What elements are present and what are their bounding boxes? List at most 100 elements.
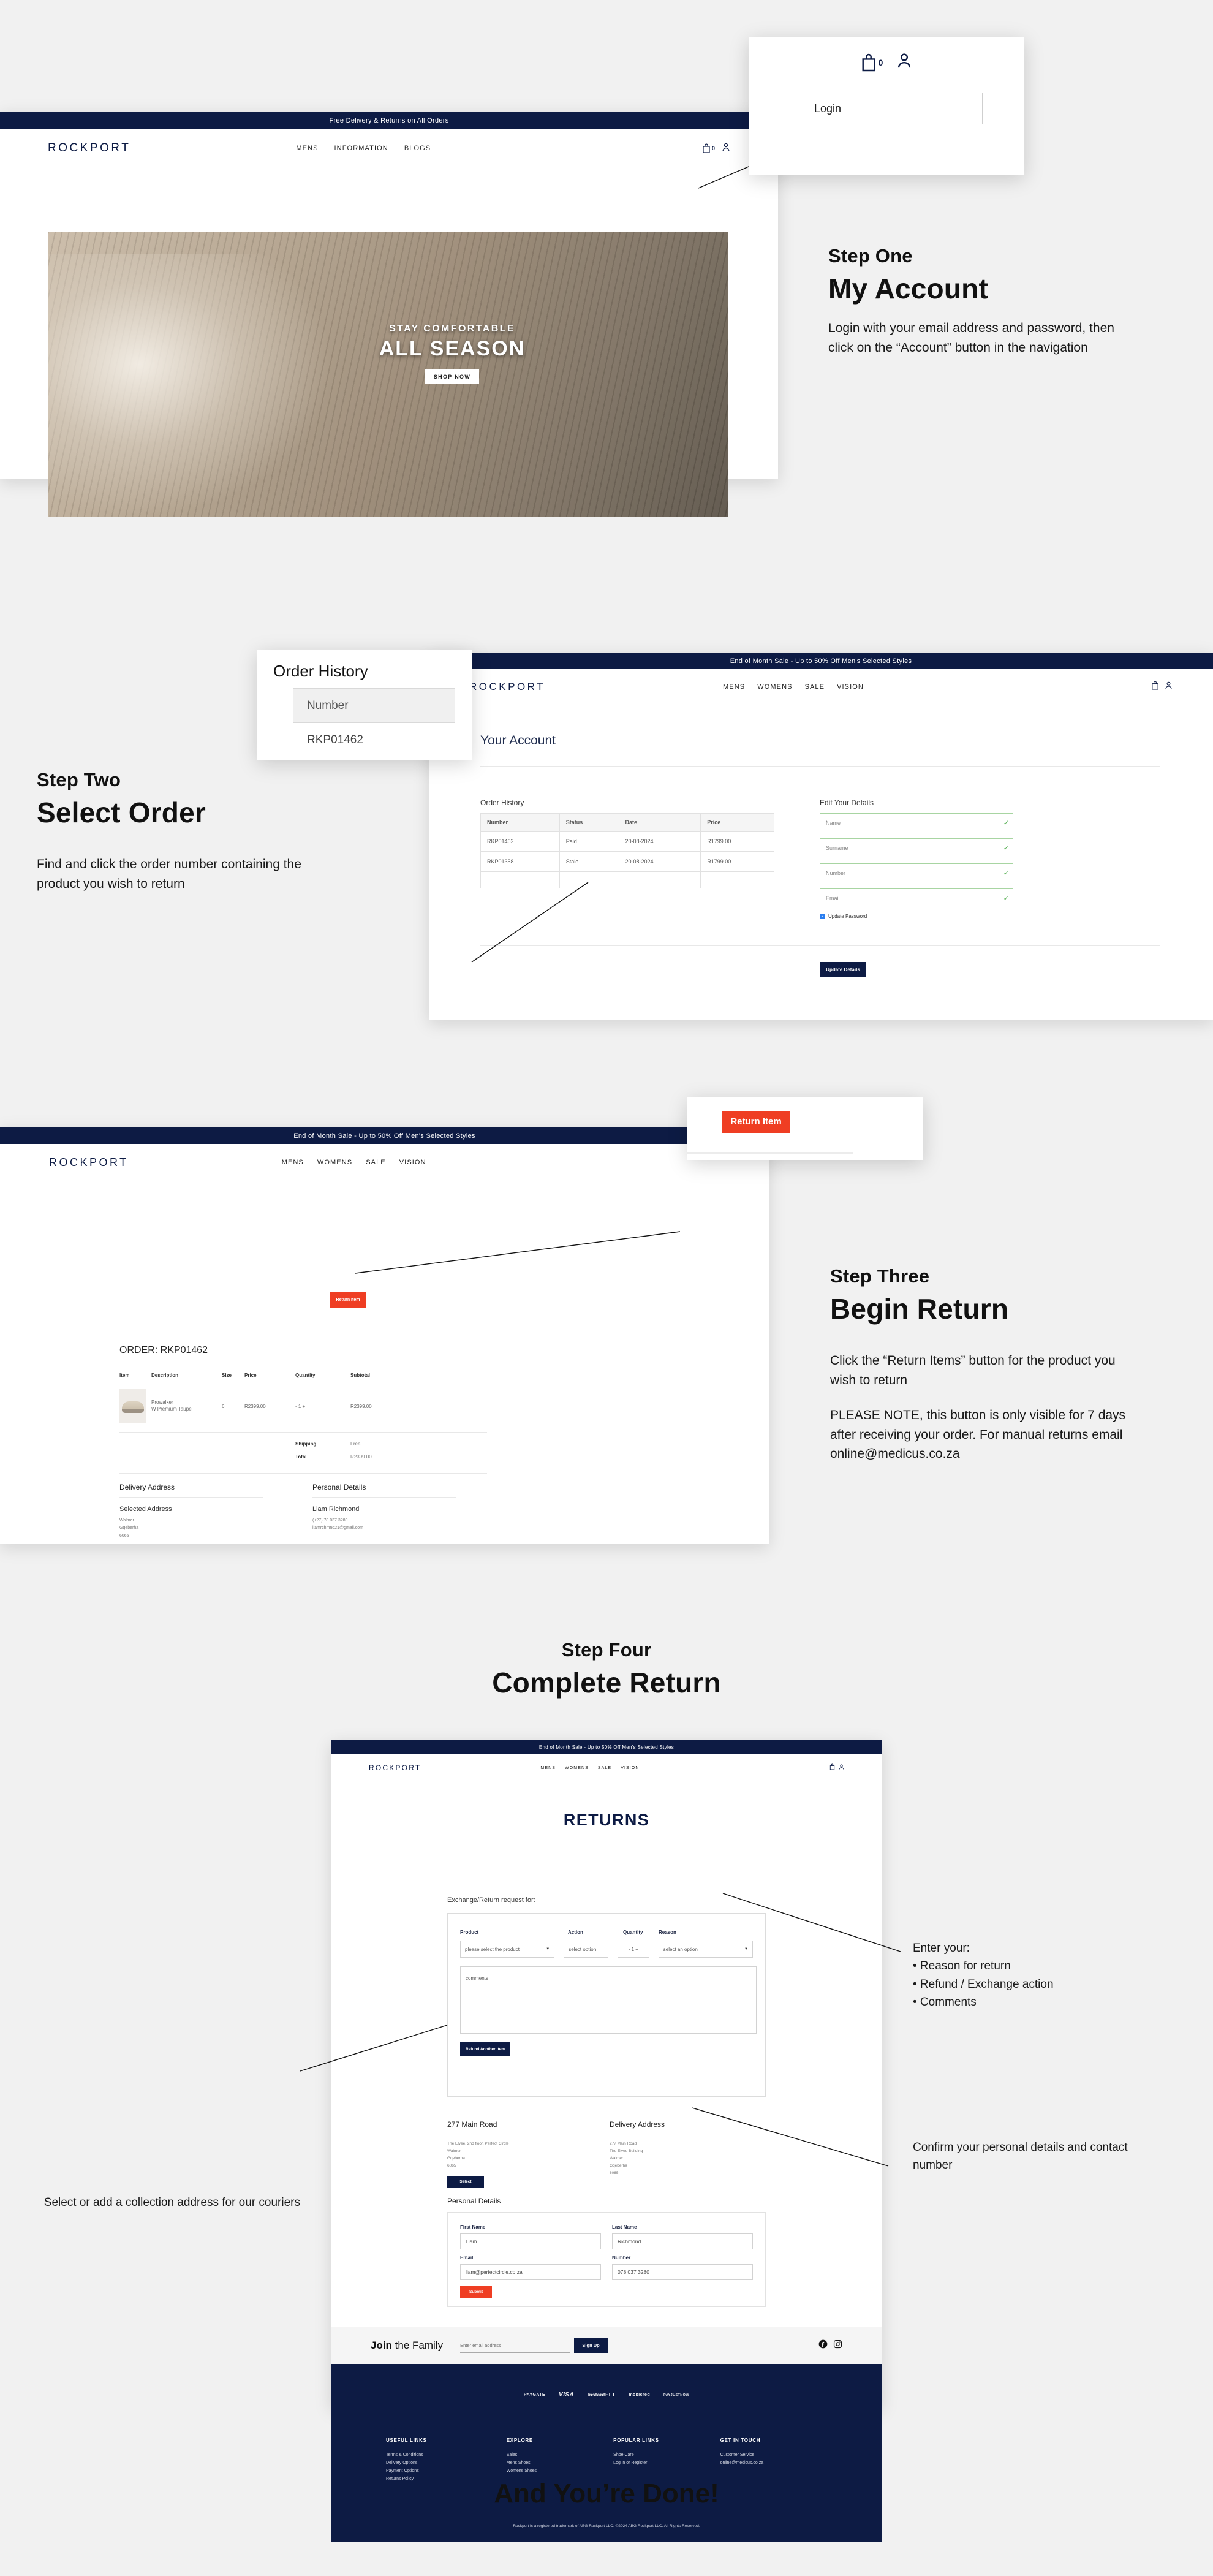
quantity-stepper[interactable]: - 1 + — [617, 1941, 649, 1958]
footer-link[interactable]: online@medicus.co.za — [720, 2461, 827, 2465]
step-one-kicker: Step One — [828, 245, 913, 267]
refund-another-item-button[interactable]: Refund Another Item — [460, 2042, 510, 2056]
col-status: Status — [559, 813, 619, 832]
bag-icon[interactable] — [829, 1762, 835, 1773]
check-icon: ✓ — [1003, 819, 1009, 827]
update-password-label: Update Password — [828, 914, 867, 919]
user-icon[interactable] — [839, 1762, 844, 1773]
order-line-item: Prowalker W Premium Taupe 6 R2399.00 - 1… — [119, 1387, 487, 1426]
footer-link[interactable]: Mens Shoes — [507, 2461, 613, 2465]
number-field[interactable]: Number ✓ — [820, 863, 1013, 882]
table-row[interactable]: RKP01462 Paid 20-08-2024 R1799.00 — [480, 831, 774, 852]
action-select[interactable]: select option — [564, 1941, 608, 1958]
footer-link[interactable]: Terms & Conditions — [386, 2453, 507, 2457]
footer-link[interactable]: Customer Service — [720, 2453, 827, 2457]
user-icon[interactable] — [896, 51, 912, 73]
nav-item-mens[interactable]: MENS — [282, 1159, 304, 1166]
first-name-field[interactable]: Liam — [460, 2233, 601, 2249]
newsletter-placeholder: Enter email address — [460, 2342, 501, 2348]
facebook-icon[interactable] — [818, 2339, 828, 2352]
email-label: Email — [460, 2255, 474, 2260]
order-items-table: Item Description Size Price Quantity Sub… — [119, 1373, 487, 1474]
address-line: Gqeberha — [447, 2156, 465, 2161]
callout-table-row[interactable]: RKP01462 — [293, 723, 455, 757]
brand-logo[interactable]: ROCKPORT — [369, 1763, 421, 1772]
cell-number[interactable]: RKP01358 — [480, 851, 560, 872]
cell-number[interactable]: RKP01462 — [480, 831, 560, 852]
login-dropdown[interactable]: Login — [803, 93, 983, 124]
brand-logo[interactable]: ROCKPORT — [469, 681, 545, 693]
footer-link[interactable]: Payment Options — [386, 2469, 507, 2473]
last-name-field[interactable]: Richmond — [612, 2233, 753, 2249]
promo-bar: Free Delivery & Returns on All Orders — [0, 112, 778, 129]
checkbox-icon[interactable]: ✓ — [820, 914, 825, 919]
email-field[interactable]: liam@perfectcircle.co.za — [460, 2264, 601, 2280]
callout-row-value[interactable]: RKP01462 — [307, 733, 363, 747]
cell-date: 20-08-2024 — [618, 831, 701, 852]
bag-icon[interactable]: 0 — [861, 53, 883, 72]
label-action: Action — [568, 1930, 583, 1935]
col-size: Size — [222, 1373, 232, 1378]
nav-item-mens[interactable]: MENS — [296, 145, 318, 152]
nav-item-sale[interactable]: SALE — [805, 683, 825, 691]
step-three-section: End of Month Sale - Up to 50% Off Men's … — [0, 1097, 1213, 1544]
nav-item-vision[interactable]: VISION — [837, 683, 864, 691]
bag-icon[interactable] — [1151, 681, 1159, 693]
nav-item-mens[interactable]: MENS — [540, 1766, 556, 1770]
edit-details-form: Name ✓ Surname ✓ Number ✓ Email ✓ ✓ Upda… — [820, 813, 1013, 919]
nav-item-womens[interactable]: WOMENS — [757, 683, 792, 691]
nav-item-womens[interactable]: WOMENS — [565, 1766, 589, 1770]
callout-table-header: Number — [293, 688, 455, 723]
footer-link[interactable]: Womens Shoes — [507, 2469, 613, 2473]
step-two-section: End of Month Sale - Up to 50% Off Men's … — [0, 637, 1213, 1020]
product-subtotal: R2399.00 — [350, 1403, 372, 1409]
comments-textarea[interactable]: comments — [460, 1966, 757, 2034]
nav-item-vision[interactable]: VISION — [399, 1159, 426, 1166]
return-item-button[interactable]: Return Item — [722, 1111, 790, 1133]
nav-item-vision[interactable]: VISION — [621, 1766, 639, 1770]
step-three-body-1: Click the “Return Items” button for the … — [830, 1354, 1116, 1387]
nav-item-sale[interactable]: SALE — [598, 1766, 611, 1770]
quantity-stepper[interactable]: - 1 + — [295, 1404, 350, 1409]
number-field[interactable]: 078 037 3280 — [612, 2264, 753, 2280]
step-one-title: My Account — [828, 273, 988, 305]
footer-link[interactable]: Shoe Care — [613, 2453, 720, 2457]
site-header: ROCKPORT MENS WOMENS SALE VISION — [331, 1754, 882, 1782]
nav-item-sale[interactable]: SALE — [366, 1159, 386, 1166]
nav-item-mens[interactable]: MENS — [723, 683, 745, 691]
promo-bar: End of Month Sale - Up to 50% Off Men's … — [429, 653, 1213, 669]
product-select[interactable]: please select the product ▼ — [460, 1941, 555, 1958]
step-four-title: Complete Return — [492, 1667, 721, 1699]
site-header: ROCKPORT MENS WOMENS SALE VISION — [0, 1144, 769, 1181]
name-field[interactable]: Name ✓ — [820, 813, 1013, 832]
footer-link[interactable]: Delivery Options — [386, 2461, 507, 2465]
surname-field[interactable]: Surname ✓ — [820, 838, 1013, 857]
brand-logo[interactable]: ROCKPORT — [49, 1156, 129, 1169]
table-row[interactable]: RKP01358 Stale 20-08-2024 R1799.00 — [480, 851, 774, 872]
col-date: Date — [618, 813, 701, 832]
submit-button[interactable]: Submit — [460, 2286, 492, 2298]
footer-column: GET IN TOUCH Customer Service online@med… — [720, 2438, 827, 2481]
nav-item-womens[interactable]: WOMENS — [317, 1159, 352, 1166]
footer-link[interactable]: Log in or Register — [613, 2461, 720, 2465]
nav-item-blogs[interactable]: BLOGS — [404, 145, 431, 152]
brand-logo[interactable]: ROCKPORT — [48, 142, 130, 155]
product-variant: W Premium Taupe — [151, 1406, 192, 1412]
update-details-button[interactable]: Update Details — [820, 962, 866, 977]
shop-now-button[interactable]: SHOP NOW — [425, 369, 480, 384]
user-icon[interactable] — [1165, 681, 1173, 693]
update-password-row[interactable]: ✓ Update Password — [820, 914, 1013, 919]
footer-link[interactable]: Sales — [507, 2453, 613, 2457]
col-subtotal: Subtotal — [350, 1373, 370, 1378]
email-field-placeholder: Email — [826, 895, 840, 901]
instagram-icon[interactable] — [833, 2339, 842, 2352]
sign-up-button[interactable]: Sign Up — [574, 2338, 608, 2353]
select-address-button[interactable]: Select — [447, 2176, 484, 2188]
personal-heading: Personal Details — [312, 1483, 366, 1491]
promo-text: End of Month Sale - Up to 50% Off Men's … — [730, 657, 912, 665]
footer-heading: EXPLORE — [506, 2438, 533, 2443]
email-field[interactable]: Email ✓ — [820, 888, 1013, 907]
first-name-value: Liam — [466, 2238, 477, 2245]
newsletter-email-input[interactable]: Enter email address — [460, 2339, 571, 2353]
nav-item-information[interactable]: INFORMATION — [334, 145, 388, 152]
